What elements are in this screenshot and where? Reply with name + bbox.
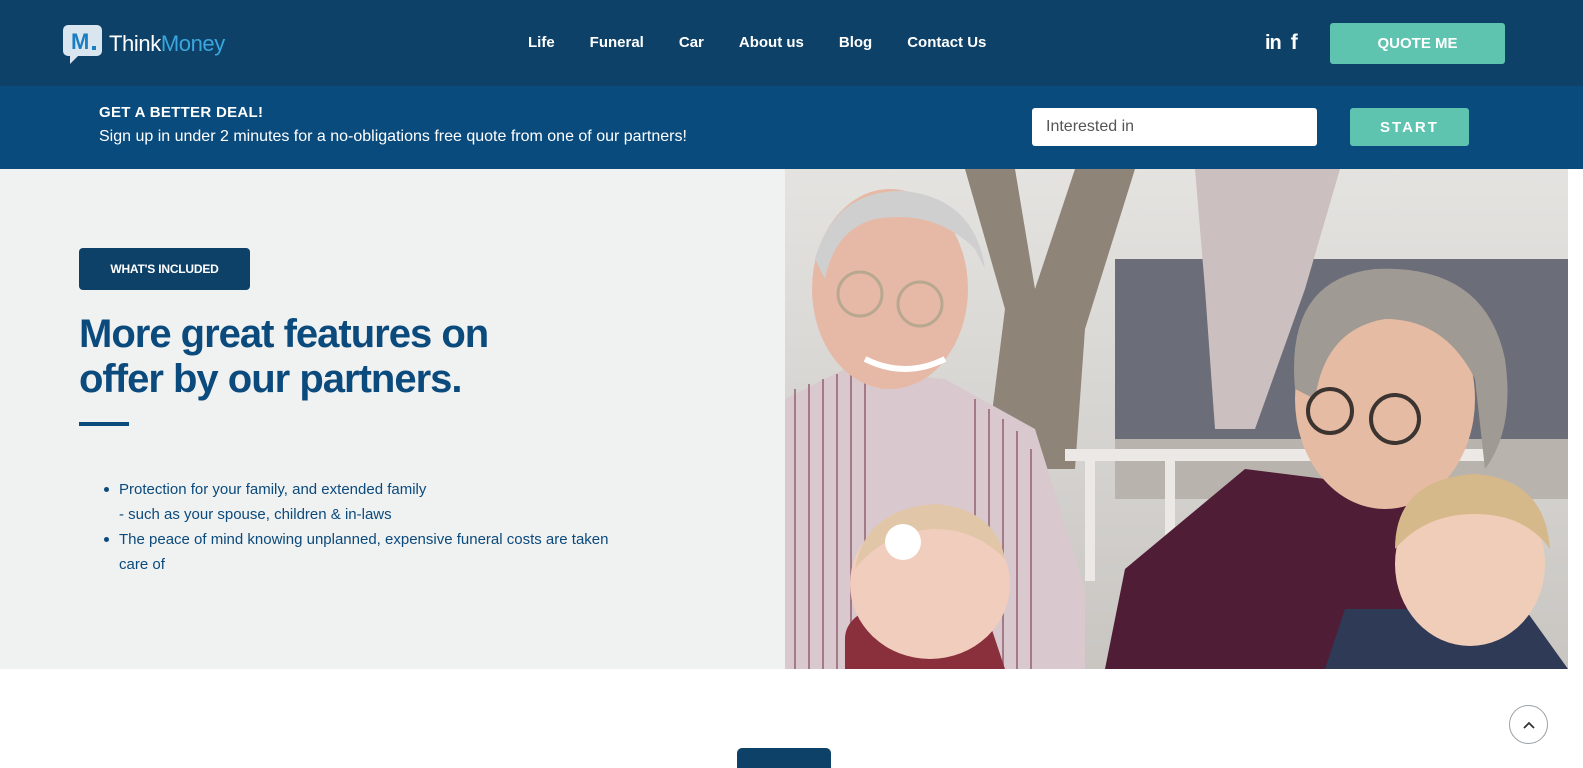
chevron-up-icon xyxy=(1522,721,1535,729)
features-headline: More great features on offer by our part… xyxy=(79,312,489,401)
logo[interactable]: M ThinkMoney xyxy=(62,24,225,64)
deal-title: GET A BETTER DEAL! xyxy=(99,104,264,121)
deal-subtitle: Sign up in under 2 minutes for a no-obli… xyxy=(99,128,687,145)
scroll-to-top-button[interactable] xyxy=(1509,705,1548,744)
site-header: M ThinkMoney Life Funeral Car About us B… xyxy=(0,0,1583,86)
nav-about-us[interactable]: About us xyxy=(739,32,804,54)
nav-life[interactable]: Life xyxy=(528,32,555,54)
nav-funeral[interactable]: Funeral xyxy=(590,32,644,54)
main-nav: Life Funeral Car About us Blog Contact U… xyxy=(528,32,986,54)
logo-icon: M xyxy=(62,24,103,64)
feature-list: Protection for your family, and extended… xyxy=(104,477,699,577)
linkedin-icon[interactable]: in xyxy=(1265,32,1282,55)
nav-blog[interactable]: Blog xyxy=(839,32,872,54)
nav-car[interactable]: Car xyxy=(679,32,704,54)
start-button[interactable]: START xyxy=(1350,108,1469,146)
social-links: in f xyxy=(1265,31,1298,55)
headline-divider xyxy=(79,422,129,426)
nav-contact-us[interactable]: Contact Us xyxy=(907,32,986,54)
family-photo xyxy=(785,169,1568,669)
list-item: Protection for your family, and extended… xyxy=(104,477,699,527)
quote-me-button[interactable]: QUOTE ME xyxy=(1330,23,1505,64)
interested-in-input[interactable] xyxy=(1032,108,1317,146)
features-section: WHAT'S INCLUDED More great features on o… xyxy=(0,169,785,669)
logo-text: ThinkMoney xyxy=(109,31,225,56)
facebook-icon[interactable]: f xyxy=(1291,31,1298,55)
list-item: The peace of mind knowing unplanned, exp… xyxy=(104,527,699,577)
section-tab xyxy=(737,748,831,768)
deal-bar: GET A BETTER DEAL! Sign up in under 2 mi… xyxy=(0,86,1583,169)
whats-included-badge: WHAT'S INCLUDED xyxy=(79,248,250,290)
svg-text:M: M xyxy=(71,29,89,54)
